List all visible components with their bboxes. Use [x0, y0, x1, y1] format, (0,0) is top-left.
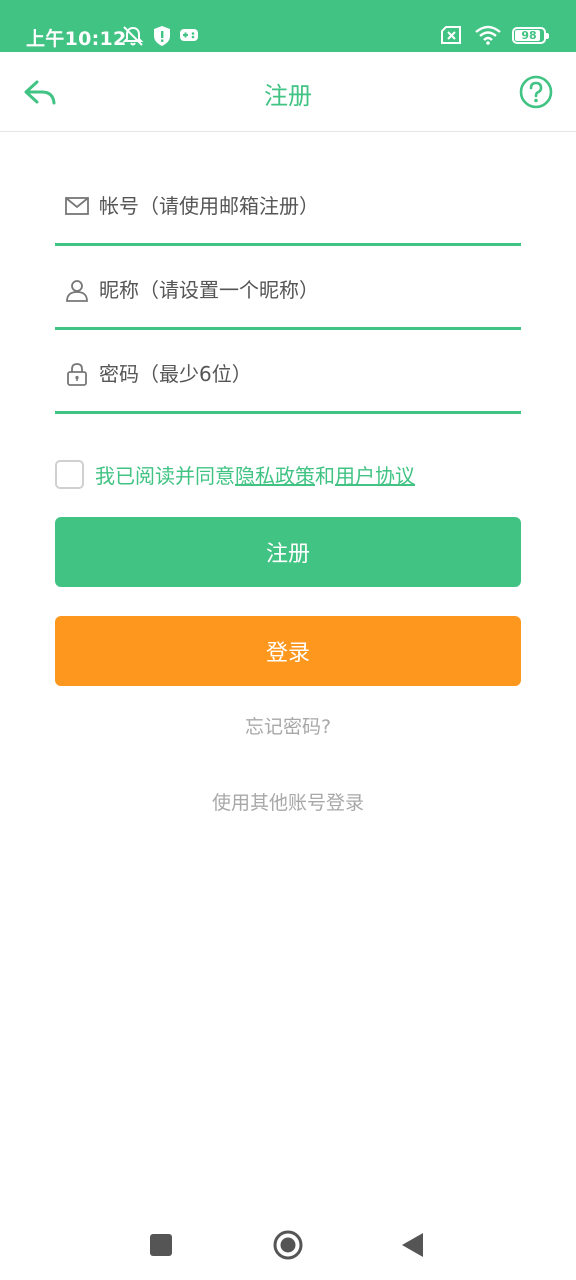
battery-icon: 98 [512, 26, 549, 44]
nickname-field [55, 248, 521, 330]
account-field [55, 164, 521, 246]
gamepad-icon [180, 29, 198, 41]
wifi-icon [475, 25, 501, 45]
app-header: 注册 [0, 52, 576, 132]
password-input[interactable] [99, 354, 509, 394]
account-input[interactable] [99, 186, 509, 226]
sim-off-icon [441, 26, 461, 44]
agreement-checkbox[interactable] [55, 459, 84, 489]
lock-icon [67, 363, 87, 386]
question-circle-icon[interactable] [518, 74, 554, 110]
square-icon[interactable] [149, 1228, 173, 1262]
mail-icon [65, 197, 89, 215]
user-agreement-link[interactable]: 用户协议 [335, 464, 415, 488]
page-title: 注册 [264, 82, 312, 110]
user-icon [66, 280, 88, 302]
nickname-input[interactable] [99, 270, 509, 310]
battery-level: 98 [521, 28, 537, 42]
agreement-text: 我已阅读并同意隐私政策和用户协议 [95, 460, 415, 489]
triangle-back-icon[interactable] [400, 1228, 426, 1262]
privacy-policy-link[interactable]: 隐私政策 [235, 464, 315, 488]
forgot-password-link[interactable]: 忘记密码? [0, 712, 576, 739]
agreement-row: 我已阅读并同意隐私政策和用户协议 [55, 458, 415, 490]
status-bar: 上午10:12 98 [0, 0, 576, 52]
status-right-icons: 98 [440, 25, 549, 45]
register-button[interactable]: 注册 [55, 517, 521, 587]
shield-alert-icon [154, 26, 170, 46]
circle-home-icon[interactable] [271, 1228, 305, 1262]
bell-off-icon [122, 26, 144, 46]
agreement-conjunction: 和 [315, 463, 335, 488]
status-time: 上午10:12 [26, 28, 127, 50]
agreement-prefix: 我已阅读并同意 [95, 463, 235, 488]
password-field [55, 332, 521, 414]
login-button[interactable]: 登录 [55, 616, 521, 686]
other-account-login-link[interactable]: 使用其他账号登录 [0, 788, 576, 815]
